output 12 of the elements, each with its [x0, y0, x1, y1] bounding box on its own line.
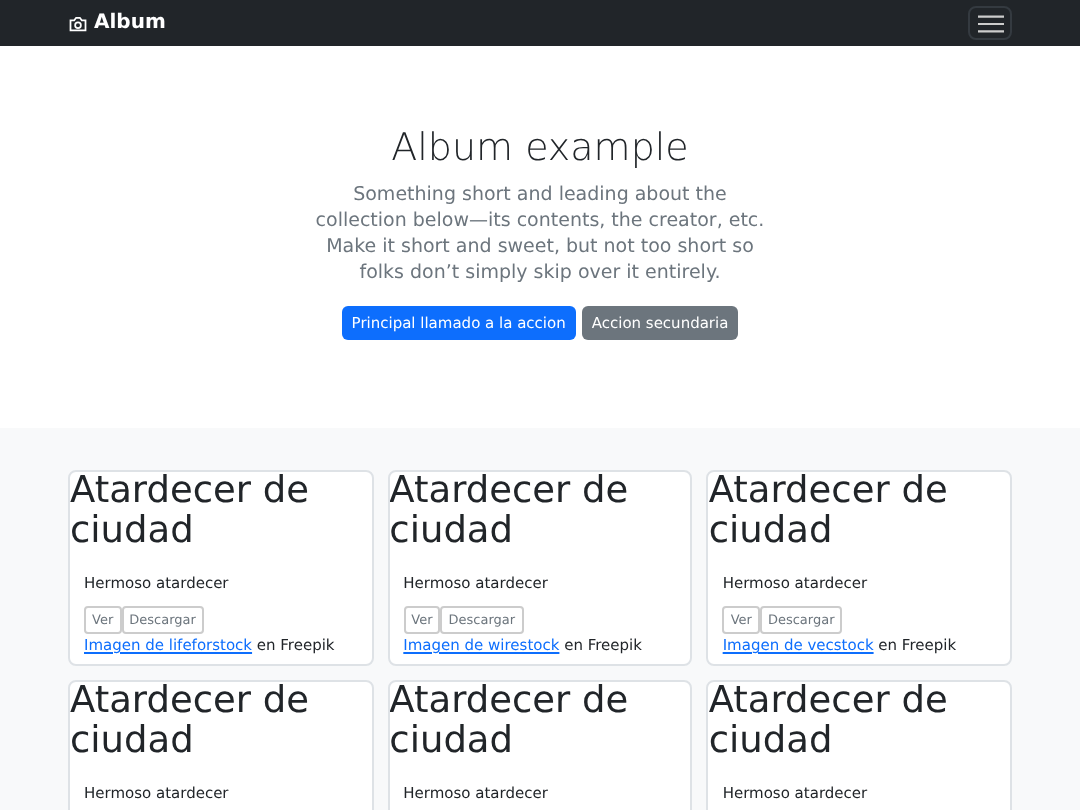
card-title: Atardecer de ciudad: [70, 472, 311, 552]
hero-lead: Something short and leading about the collection below—its contents, the creator, etc. Make it short and sweet, but not too short so folks don’t simply skip over it entirely.: [313, 182, 767, 286]
card-title: Atardecer de ciudad: [708, 472, 950, 552]
card-title: Atardecer de ciudad: [70, 682, 311, 762]
card-title: Atardecer de ciudad: [389, 472, 631, 552]
menu-button[interactable]: [968, 6, 1012, 40]
hero-title: Album example: [389, 126, 691, 170]
card-title: Atardecer de ciudad: [708, 682, 950, 762]
card-title: Atardecer de ciudad: [389, 682, 631, 762]
brand-link[interactable]: Album: [94, 12, 166, 34]
menu-icon: [977, 13, 1003, 33]
camera-icon: [68, 13, 88, 33]
